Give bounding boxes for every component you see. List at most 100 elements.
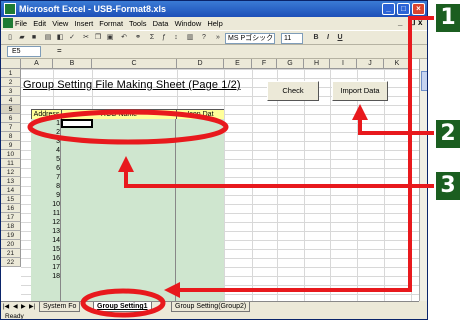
cut-icon[interactable]: ✂ bbox=[81, 33, 91, 43]
column-header-h[interactable]: H bbox=[304, 59, 330, 69]
doc-close-button[interactable]: x bbox=[418, 18, 422, 27]
check-button[interactable]: Check bbox=[267, 81, 319, 101]
worksheet[interactable]: A B C D E F G H I J K 1 2 3 4 5 6 7 8 9 … bbox=[1, 59, 419, 301]
scroll-thumb[interactable] bbox=[421, 71, 427, 91]
address-cell[interactable]: 13 bbox=[31, 227, 61, 236]
new-icon[interactable]: ▯ bbox=[5, 33, 15, 43]
column-header-g[interactable]: G bbox=[277, 59, 304, 69]
menu-edit[interactable]: Edit bbox=[33, 19, 46, 28]
column-header-e[interactable]: E bbox=[224, 59, 252, 69]
close-button[interactable]: × bbox=[412, 3, 425, 15]
address-cell[interactable]: 1 bbox=[31, 119, 61, 128]
row-header[interactable]: 9 bbox=[1, 141, 21, 150]
menu-help[interactable]: Help bbox=[207, 19, 222, 28]
formula-equals[interactable]: = bbox=[57, 46, 62, 55]
menu-view[interactable]: View bbox=[52, 19, 68, 28]
italic-button[interactable]: I bbox=[323, 33, 333, 43]
row-header[interactable]: 4 bbox=[1, 96, 21, 105]
row-header[interactable]: 12 bbox=[1, 168, 21, 177]
column-header-b[interactable]: B bbox=[53, 59, 92, 69]
row-header[interactable]: 16 bbox=[1, 204, 21, 213]
row-header[interactable]: 22 bbox=[1, 258, 21, 267]
row-header[interactable]: 11 bbox=[1, 159, 21, 168]
menu-format[interactable]: Format bbox=[99, 19, 123, 28]
address-cell[interactable]: 11 bbox=[31, 209, 61, 218]
open-icon[interactable]: ▰ bbox=[17, 33, 27, 43]
menu-data[interactable]: Data bbox=[153, 19, 169, 28]
bold-button[interactable]: B bbox=[311, 33, 321, 43]
row-header[interactable]: 20 bbox=[1, 240, 21, 249]
address-cell[interactable]: 2 bbox=[31, 128, 61, 137]
address-cell[interactable]: 10 bbox=[31, 200, 61, 209]
column-header-k[interactable]: K bbox=[384, 59, 411, 69]
row-header[interactable]: 14 bbox=[1, 186, 21, 195]
chart-icon[interactable]: ▥ bbox=[185, 33, 195, 43]
tab-group-setting1[interactable]: Group Setting1 bbox=[93, 302, 152, 312]
menu-file[interactable]: File bbox=[15, 19, 27, 28]
sort-icon[interactable]: ↕ bbox=[171, 33, 181, 43]
row-header-selected[interactable]: 5 bbox=[1, 105, 21, 114]
help-icon[interactable]: ? bbox=[199, 33, 209, 43]
address-cell[interactable]: 8 bbox=[31, 182, 61, 191]
row-header[interactable]: 10 bbox=[1, 150, 21, 159]
menu-insert[interactable]: Insert bbox=[74, 19, 93, 28]
save-icon[interactable]: ■ bbox=[29, 33, 39, 43]
underline-button[interactable]: U bbox=[335, 33, 345, 43]
column-header-j[interactable]: J bbox=[357, 59, 384, 69]
row-header[interactable]: 3 bbox=[1, 87, 21, 96]
name-box[interactable]: E5 bbox=[7, 46, 41, 57]
row-header[interactable]: 19 bbox=[1, 231, 21, 240]
column-header-d[interactable]: D bbox=[177, 59, 224, 69]
row-header[interactable]: 17 bbox=[1, 213, 21, 222]
doc-minimize-button[interactable]: _ bbox=[398, 18, 402, 27]
address-cell[interactable]: 17 bbox=[31, 263, 61, 272]
address-cell[interactable]: 4 bbox=[31, 146, 61, 155]
tab-next-icon[interactable]: ▶ bbox=[21, 303, 26, 310]
row-header[interactable]: 13 bbox=[1, 177, 21, 186]
address-cell[interactable]: 12 bbox=[31, 218, 61, 227]
vertical-scrollbar[interactable] bbox=[419, 59, 427, 301]
hyperlink-icon[interactable]: ⚭ bbox=[133, 33, 143, 43]
preview-icon[interactable]: ◧ bbox=[55, 33, 65, 43]
row-header[interactable]: 2 bbox=[1, 78, 21, 87]
import-data-button[interactable]: Import Data bbox=[332, 81, 388, 101]
select-all-corner[interactable] bbox=[1, 59, 21, 69]
print-icon[interactable]: ▤ bbox=[43, 33, 53, 43]
address-cell[interactable]: 6 bbox=[31, 164, 61, 173]
font-size-select[interactable]: 11 bbox=[281, 33, 303, 44]
menu-window[interactable]: Window bbox=[175, 19, 202, 28]
address-cell[interactable]: 18 bbox=[31, 272, 61, 281]
tab-group-setting2[interactable]: Group Setting(Group2) bbox=[171, 302, 251, 312]
address-cell[interactable]: 5 bbox=[31, 155, 61, 164]
active-cell[interactable] bbox=[61, 119, 93, 128]
spelling-icon[interactable]: ✓ bbox=[67, 33, 77, 43]
address-cell[interactable]: 16 bbox=[31, 254, 61, 263]
paste-icon[interactable]: ▣ bbox=[105, 33, 115, 43]
maximize-button[interactable]: □ bbox=[397, 3, 410, 15]
menu-tools[interactable]: Tools bbox=[129, 19, 147, 28]
autosum-icon[interactable]: Σ bbox=[147, 33, 157, 43]
address-cell[interactable]: 3 bbox=[31, 137, 61, 146]
address-cell[interactable]: 9 bbox=[31, 191, 61, 200]
row-header[interactable]: 18 bbox=[1, 222, 21, 231]
copy-icon[interactable]: ❐ bbox=[93, 33, 103, 43]
row-header[interactable]: 6 bbox=[1, 114, 21, 123]
tab-system-format[interactable]: System Fo bbox=[39, 302, 81, 312]
row-header[interactable]: 15 bbox=[1, 195, 21, 204]
minimize-button[interactable]: _ bbox=[382, 3, 395, 15]
row-header[interactable]: 7 bbox=[1, 123, 21, 132]
undo-icon[interactable]: ↶ bbox=[119, 33, 129, 43]
font-name-select[interactable]: MS Pゴシック bbox=[225, 33, 275, 44]
function-icon[interactable]: ƒ bbox=[159, 33, 169, 43]
tab-last-icon[interactable]: ▶| bbox=[29, 303, 35, 310]
row-header[interactable]: 8 bbox=[1, 132, 21, 141]
address-cell[interactable]: 15 bbox=[31, 245, 61, 254]
address-cell[interactable]: 14 bbox=[31, 236, 61, 245]
column-header-f[interactable]: F bbox=[252, 59, 277, 69]
column-header-i[interactable]: I bbox=[330, 59, 357, 69]
row-header[interactable]: 21 bbox=[1, 249, 21, 258]
tab-first-icon[interactable]: |◀ bbox=[3, 303, 9, 310]
column-header-a[interactable]: A bbox=[21, 59, 53, 69]
workbook-icon[interactable] bbox=[3, 18, 13, 28]
address-cell[interactable]: 7 bbox=[31, 173, 61, 182]
